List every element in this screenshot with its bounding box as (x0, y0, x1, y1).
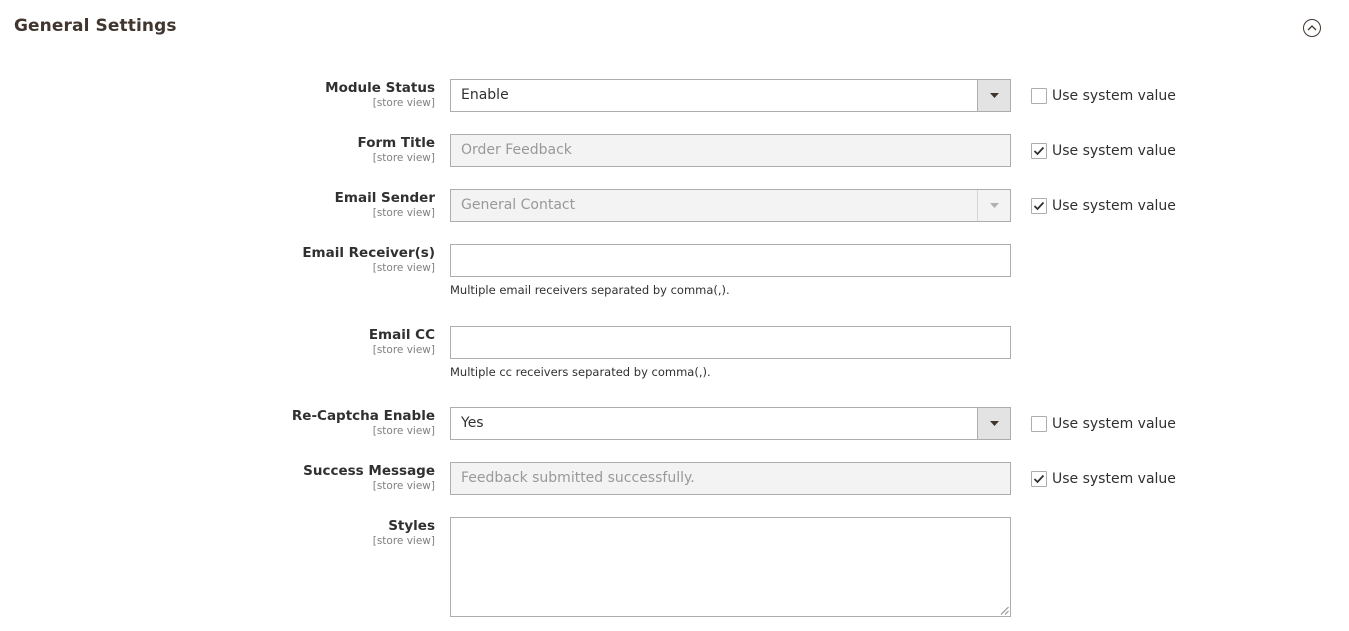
success-message-input[interactable]: Feedback submitted successfully. (450, 462, 1011, 495)
field-note: Multiple email receivers separated by co… (450, 283, 730, 297)
field-label-group: Re-Captcha Enable [store view] (292, 408, 435, 438)
recaptcha-enable-select[interactable]: Yes (450, 407, 1011, 440)
field-label-group: Styles [store view] (373, 518, 435, 548)
section-header[interactable]: General Settings (0, 0, 1349, 55)
scope-label: [store view] (372, 535, 435, 547)
module-status-select[interactable]: Enable (450, 79, 1011, 112)
checkmark-icon (1033, 474, 1045, 484)
checkbox-checked[interactable] (1031, 471, 1047, 487)
scope-label: [store view] (372, 425, 435, 437)
field-label-group: Form Title [store view] (358, 135, 435, 165)
caret-down-icon (990, 93, 999, 98)
scope-label: [store view] (372, 262, 435, 274)
use-system-value-label: Use system value (1052, 88, 1176, 104)
select-arrow-button[interactable] (977, 408, 1010, 439)
input-placeholder: Order Feedback (461, 142, 572, 158)
checkbox-checked[interactable] (1031, 198, 1047, 214)
email-sender-select[interactable]: General Contact (450, 189, 1011, 222)
input-placeholder: Feedback submitted successfully. (461, 470, 695, 486)
checkbox[interactable] (1031, 88, 1047, 104)
form-title-input[interactable]: Order Feedback (450, 134, 1011, 167)
use-system-value-label: Use system value (1052, 198, 1176, 214)
scope-label: [store view] (372, 480, 435, 492)
checkmark-icon (1033, 201, 1045, 211)
use-system-value-label: Use system value (1052, 471, 1176, 487)
field-label: Styles (388, 518, 435, 534)
field-label: Email CC (368, 327, 435, 343)
caret-down-icon (990, 203, 999, 208)
chevron-up-circle-icon[interactable] (1303, 19, 1321, 37)
caret-down-icon (990, 421, 999, 426)
email-receivers-input[interactable] (450, 244, 1011, 277)
checkmark-icon (1033, 146, 1045, 156)
field-label: Module Status (325, 80, 435, 96)
field-note: Multiple cc receivers separated by comma… (450, 365, 711, 379)
select-value: Enable (461, 87, 509, 103)
select-value: Yes (461, 415, 484, 431)
styles-textarea[interactable] (450, 517, 1011, 617)
field-label: Re-Captcha Enable (291, 408, 435, 424)
checkbox-checked[interactable] (1031, 143, 1047, 159)
select-arrow-button[interactable] (977, 80, 1010, 111)
scope-label: [store view] (372, 344, 435, 356)
scope-label: [store view] (372, 152, 435, 164)
section-title: General Settings (14, 16, 177, 36)
field-label-group: Module Status [store view] (325, 80, 435, 110)
field-label: Email Receiver(s) (302, 245, 435, 261)
select-value: General Contact (461, 197, 576, 213)
field-label: Email Sender (334, 190, 435, 206)
field-label: Success Message (303, 463, 435, 479)
field-label-group: Email CC [store view] (369, 327, 435, 357)
resize-handle-icon[interactable] (1000, 606, 1009, 615)
use-system-value-label: Use system value (1052, 416, 1176, 432)
field-label-group: Email Receiver(s) [store view] (302, 245, 435, 275)
select-arrow-button[interactable] (977, 190, 1010, 221)
use-system-value-label: Use system value (1052, 143, 1176, 159)
field-label-group: Success Message [store view] (303, 463, 435, 493)
email-cc-input[interactable] (450, 326, 1011, 359)
field-label-group: Email Sender [store view] (335, 190, 435, 220)
scope-label: [store view] (372, 207, 435, 219)
checkbox[interactable] (1031, 416, 1047, 432)
scope-label: [store view] (372, 97, 435, 109)
field-label: Form Title (357, 135, 435, 151)
